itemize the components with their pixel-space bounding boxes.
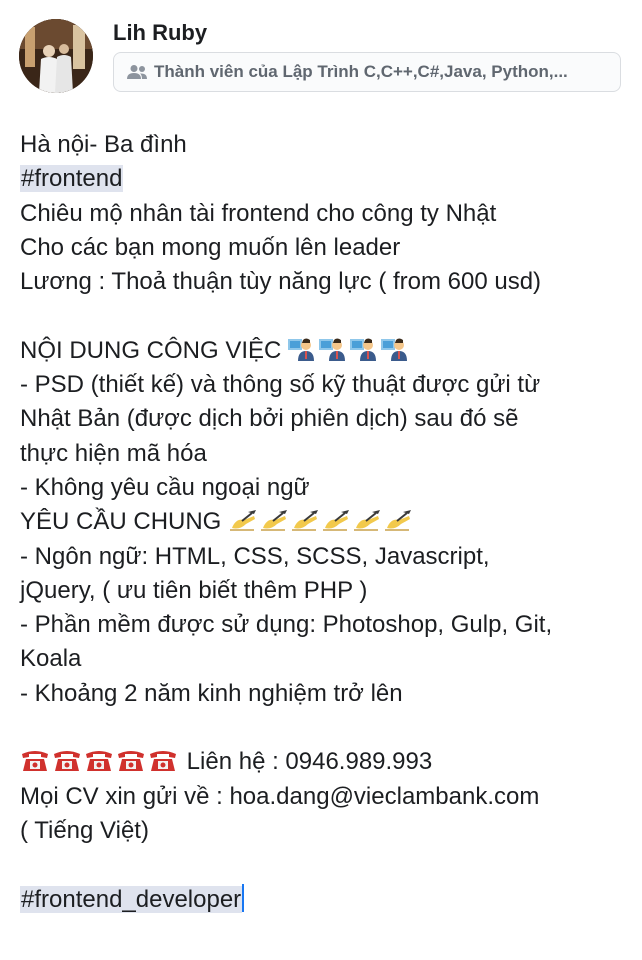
post-line: Liên hệ : 0946.989.993 <box>20 745 630 779</box>
telephone-icon <box>54 751 80 772</box>
telephone-icon <box>150 751 176 772</box>
author-name[interactable]: Lih Ruby <box>113 20 207 46</box>
telephone-icon <box>22 751 48 772</box>
post-line: Hà nội- Ba đình <box>20 131 187 158</box>
text-cursor <box>242 883 245 912</box>
office-worker-icon <box>350 338 377 361</box>
avatar-photo <box>19 19 93 93</box>
post-line: Lương : Thoả thuận tùy năng lực ( from 6… <box>20 268 542 296</box>
avatar[interactable] <box>19 19 93 93</box>
contact-phone: Liên hệ : 0946.989.993 <box>186 748 433 776</box>
post-body: Hà nội- Ba đình #frontend Chiêu mộ nhân … <box>20 128 630 917</box>
post-line: #frontend_developer <box>20 883 630 917</box>
office-worker-emoji-row <box>281 337 412 364</box>
telephone-emoji-row <box>20 748 187 775</box>
post-line: - PSD (thiết kế) và thông số kỹ thuật đư… <box>20 371 541 399</box>
post-header: Lih Ruby Thành viên của Lập Trình C,C++,… <box>0 0 642 110</box>
post-line: ( Tiếng Việt) <box>20 816 149 844</box>
writing-hand-icon <box>292 510 319 532</box>
section-heading: YÊU CẦU CHUNG <box>20 508 222 536</box>
writing-hand-emoji-row <box>228 508 414 535</box>
writing-hand-icon <box>323 510 350 532</box>
post-line: Chiêu mộ nhân tài frontend cho công ty N… <box>20 199 497 227</box>
writing-hand-icon <box>354 510 381 532</box>
writing-hand-icon <box>385 510 412 532</box>
post-line: - Phần mềm được sử dụng: Photoshop, Gulp… <box>20 611 553 639</box>
post-line: jQuery, ( ưu tiên biết thêm PHP ) <box>20 576 368 604</box>
post-line: thực hiện mã hóa <box>20 439 207 467</box>
telephone-icon <box>118 751 144 772</box>
members-icon <box>127 65 147 79</box>
writing-hand-icon <box>230 510 257 532</box>
office-worker-icon <box>288 338 315 361</box>
office-worker-icon <box>319 338 346 361</box>
office-worker-icon <box>381 338 408 361</box>
post-line: YÊU CẦU CHUNG <box>20 505 630 539</box>
group-membership-badge[interactable]: Thành viên của Lập Trình C,C++,C#,Java, … <box>113 52 621 92</box>
post-line: - Ngôn ngữ: HTML, CSS, SCSS, Javascript, <box>20 542 490 570</box>
post-line: Mọi CV xin gửi về : hoa.dang@vieclambank… <box>20 782 540 810</box>
group-label: Thành viên của Lập Trình C,C++,C#,Java, … <box>154 62 568 81</box>
section-heading: NỘI DUNG CÔNG VIỆC <box>20 336 282 364</box>
post-line: - Khoảng 2 năm kinh nghiệm trở lên <box>20 679 403 707</box>
post-line: NỘI DUNG CÔNG VIỆC <box>20 334 630 368</box>
telephone-icon <box>86 751 112 772</box>
post-line: Nhật Bản (được dịch bởi phiên dịch) sau … <box>20 405 519 433</box>
hashtag-link[interactable]: #frontend_developer <box>20 885 243 913</box>
writing-hand-icon <box>261 510 288 532</box>
hashtag-link[interactable]: #frontend <box>20 165 124 193</box>
post-line: - Không yêu cầu ngoại ngữ <box>20 473 310 501</box>
post-line: Cho các bạn mong muốn lên leader <box>20 233 401 261</box>
post-line: #frontend <box>20 162 630 196</box>
post-line: Koala <box>20 645 82 673</box>
